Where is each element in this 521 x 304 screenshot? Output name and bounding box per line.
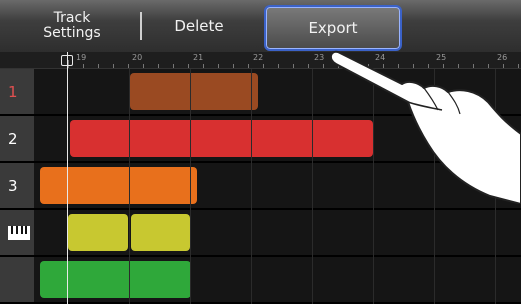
ruler-tick xyxy=(83,64,84,68)
ruler-tick xyxy=(308,64,309,68)
track-settings-label-line2: Settings xyxy=(43,25,101,41)
ruler-tick xyxy=(263,64,264,68)
midi-region[interactable] xyxy=(131,214,190,251)
playhead[interactable] xyxy=(67,52,68,304)
ruler-tick xyxy=(278,64,279,68)
delete-button[interactable]: Delete xyxy=(150,5,248,47)
toolbar-separator xyxy=(140,12,142,40)
track-label-1[interactable]: 1 xyxy=(0,69,34,114)
piano-icon xyxy=(8,225,30,240)
pointing-hand-icon xyxy=(330,50,521,204)
grid-line xyxy=(312,69,313,304)
ruler-marker-22: 22 xyxy=(253,53,264,62)
ruler-tick xyxy=(233,64,234,68)
track-settings-label-line1: Track xyxy=(53,10,91,26)
grid-line xyxy=(251,69,252,304)
track-lane-5[interactable] xyxy=(0,257,521,304)
audio-region[interactable] xyxy=(130,73,258,110)
track-label-2[interactable]: 2 xyxy=(0,116,34,161)
playhead-handle[interactable] xyxy=(61,55,73,66)
ruler-tick xyxy=(248,64,249,68)
ruler-marker-20: 20 xyxy=(132,53,143,62)
ruler-tick xyxy=(143,64,144,68)
ruler-tick xyxy=(173,64,174,68)
grid-line xyxy=(190,69,191,304)
track-lane-4[interactable] xyxy=(0,210,521,257)
ruler-tick xyxy=(188,64,189,68)
track-settings-button[interactable]: Track Settings xyxy=(12,5,132,47)
midi-region[interactable] xyxy=(68,214,128,251)
grid-line xyxy=(129,69,130,304)
ruler-tick xyxy=(98,64,99,68)
ruler-marker-21: 21 xyxy=(193,53,204,62)
ruler-tick xyxy=(218,64,219,68)
ruler-tick xyxy=(293,64,294,68)
track-label-4[interactable] xyxy=(0,210,34,255)
ruler-tick xyxy=(158,64,159,68)
ruler-tick xyxy=(203,64,204,68)
track-label-5[interactable] xyxy=(0,257,34,302)
track-label-3[interactable]: 3 xyxy=(0,163,34,208)
audio-region[interactable] xyxy=(40,261,191,298)
ruler-marker-19: 19 xyxy=(76,53,87,62)
ruler-tick xyxy=(128,64,129,68)
audio-region[interactable] xyxy=(40,167,197,204)
ruler-tick xyxy=(113,64,114,68)
